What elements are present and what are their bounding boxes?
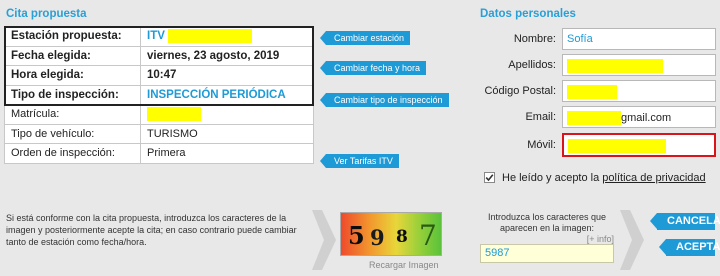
orden-value: Primera — [140, 143, 314, 164]
cambiar-estacion-button[interactable]: Cambiar estación — [319, 31, 411, 45]
email-row: Email: gmail.com — [476, 106, 716, 128]
apellidos-row: Apellidos: — [476, 54, 716, 76]
table-row: Hora elegida: 10:47 — [4, 65, 314, 86]
captcha-char: 9 — [370, 225, 385, 250]
captcha-image: 5 9 8 7 — [340, 212, 442, 256]
redacted-highlight — [567, 111, 621, 125]
captcha-intro-text: Introduzca los caracteres que aparecen e… — [487, 212, 607, 233]
matricula-label: Matrícula: — [4, 104, 141, 125]
redacted-highlight — [168, 29, 253, 44]
fecha-value: viernes, 23 agosto, 2019 — [140, 45, 314, 66]
privacy-checkbox[interactable] — [484, 172, 495, 183]
codigo-postal-label: Código Postal: — [484, 85, 556, 97]
cambiar-fecha-button[interactable]: Cambiar fecha y hora — [319, 61, 427, 75]
redacted-highlight — [568, 139, 666, 153]
table-row: Fecha elegida: viernes, 23 agosto, 2019 — [4, 45, 314, 66]
tipo-label: Tipo de inspección: — [4, 84, 141, 105]
redacted-highlight — [567, 59, 663, 73]
nombre-row: Nombre: Sofía — [476, 28, 716, 50]
redacted-highlight — [567, 85, 617, 99]
vehiculo-value: TURISMO — [140, 123, 314, 144]
vehiculo-label: Tipo de vehículo: — [4, 123, 141, 144]
nombre-label: Nombre: — [513, 33, 556, 45]
cancelar-button[interactable]: CANCELAR — [650, 213, 720, 230]
orden-label: Orden de inspección: — [4, 143, 141, 164]
captcha-instructions: Introduzca los caracteres que aparecen e… — [480, 212, 614, 245]
nombre-field[interactable]: Sofía — [562, 28, 716, 50]
captcha-char: 5 — [348, 221, 365, 250]
movil-field[interactable] — [562, 133, 716, 157]
estacion-value: ITV — [140, 26, 314, 47]
estacion-label: Estación propuesta: — [4, 26, 141, 47]
datos-section-title: Datos personales — [480, 8, 576, 20]
ver-tarifas-button[interactable]: Ver Tarifas ITV — [320, 154, 399, 168]
codigo-postal-row: Código Postal: — [476, 80, 716, 102]
cambiar-tipo-button[interactable]: Cambiar tipo de inspección — [320, 93, 449, 107]
apellidos-label: Apellidos: — [508, 59, 556, 71]
privacy-consent: He leído y acepto la política de privaci… — [484, 172, 706, 184]
captcha-input[interactable]: 5987 — [480, 244, 614, 263]
instructions-text: Si está conforme con la cita propuesta, … — [6, 213, 297, 247]
fecha-label: Fecha elegida: — [4, 45, 141, 66]
apellidos-field[interactable] — [562, 54, 716, 76]
movil-label: Móvil: — [527, 139, 556, 151]
estacion-text: ITV — [147, 30, 165, 43]
privacy-link[interactable]: política de privacidad — [602, 172, 705, 184]
captcha-char: 7 — [419, 219, 437, 252]
table-row: Matrícula: — [4, 104, 314, 125]
cita-table: Estación propuesta: ITV Fecha elegida: v… — [4, 26, 314, 164]
hora-label: Hora elegida: — [4, 65, 141, 86]
email-label: Email: — [525, 111, 556, 123]
arrow-divider-icon — [620, 210, 644, 270]
tipo-value: INSPECCIÓN PERIÓDICA — [140, 84, 314, 105]
table-row: Tipo de vehículo: TURISMO — [4, 123, 314, 144]
movil-row: Móvil: — [476, 133, 716, 157]
captcha-char: 8 — [396, 227, 408, 247]
codigo-postal-field[interactable] — [562, 80, 716, 102]
privacy-text: He leído y acepto la — [502, 172, 600, 184]
recargar-imagen-link[interactable]: Recargar Imagen — [369, 260, 439, 270]
table-row: Tipo de inspección: INSPECCIÓN PERIÓDICA — [4, 84, 314, 105]
aceptar-button[interactable]: ACEPTAR — [659, 239, 720, 256]
arrow-divider-icon — [312, 210, 336, 270]
matricula-value — [140, 104, 314, 125]
table-row: Orden de inspección: Primera — [4, 143, 314, 164]
table-row: Estación propuesta: ITV — [4, 26, 314, 47]
hora-value: 10:47 — [140, 65, 314, 86]
email-domain: gmail.com — [621, 111, 672, 124]
cita-section-title: Cita propuesta — [6, 8, 87, 20]
email-field[interactable]: gmail.com — [562, 106, 716, 128]
redacted-highlight — [147, 107, 201, 122]
